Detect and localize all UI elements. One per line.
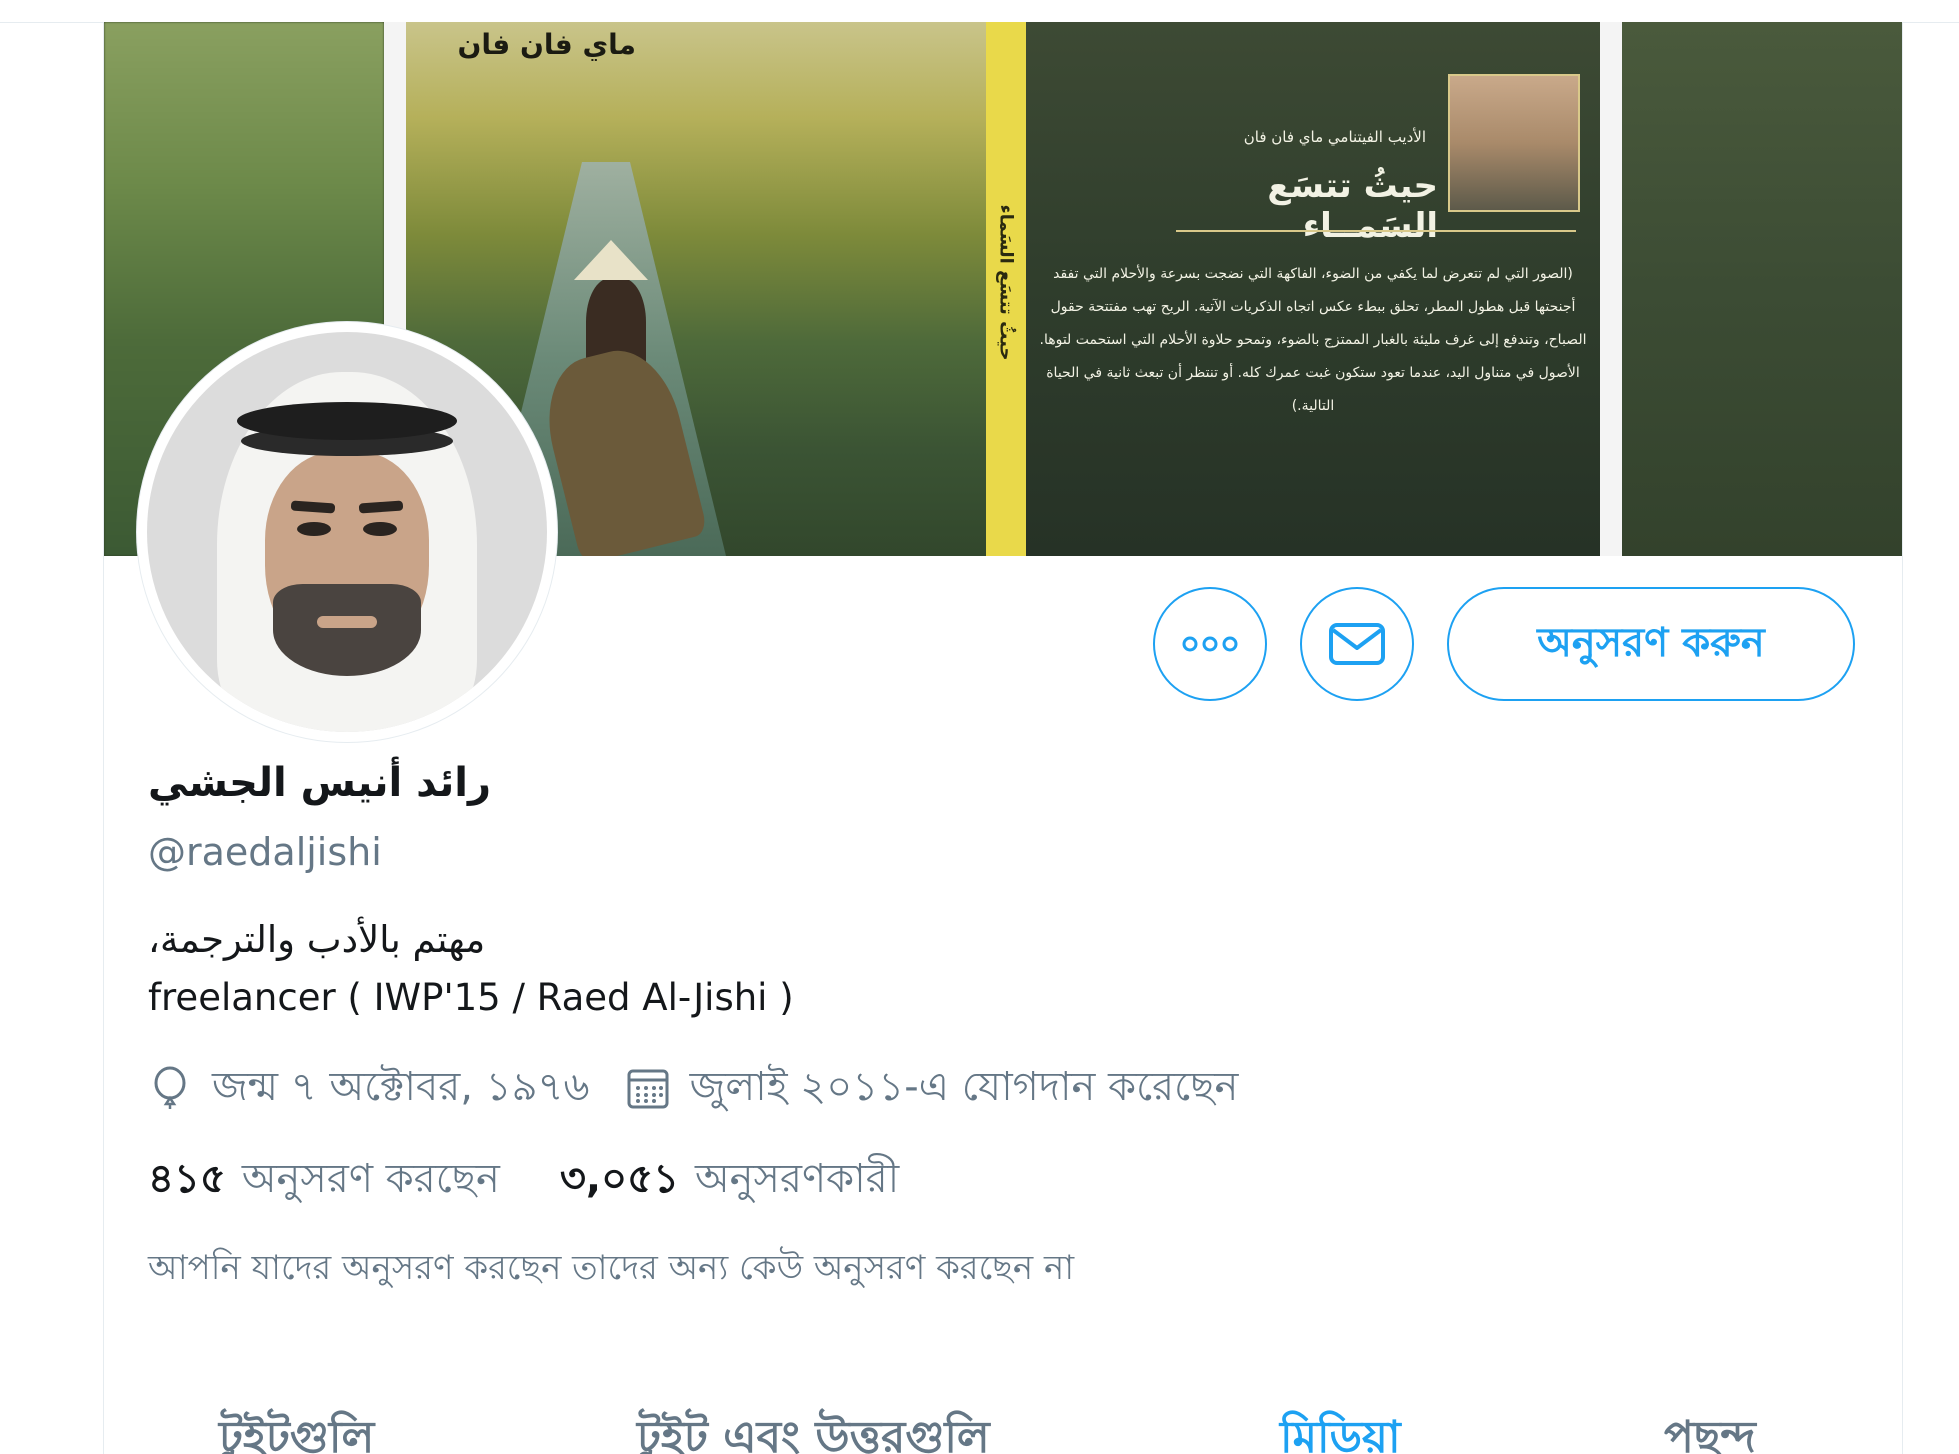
- mutual-followers-note: আপনি যাদের অনুসরণ করছেন তাদের অন্য কেউ অ…: [148, 1248, 1075, 1288]
- followers-count: ৩,০৫১: [559, 1155, 680, 1202]
- tab-likes[interactable]: পছন্দ: [1664, 1404, 1756, 1454]
- avatar[interactable]: [137, 322, 557, 742]
- calendar-icon: [626, 1066, 670, 1110]
- following-stat[interactable]: ৪১৫ অনুসরণ করছেন: [148, 1147, 500, 1214]
- avatar-eye: [297, 522, 331, 536]
- message-button[interactable]: [1300, 587, 1414, 701]
- join-date-text: জুলাই ২০১১-এ যোগদান করেছেন: [689, 1063, 1239, 1110]
- cover-author-text: ماي فان فان: [457, 28, 637, 61]
- more-button[interactable]: [1153, 587, 1267, 701]
- follow-button[interactable]: অনুসরণ করুন: [1447, 587, 1855, 701]
- back-author-line: الأديب الفيتنامي ماي فان فان: [1243, 128, 1426, 146]
- bio-line-english: freelancer ( IWP'15 / Raed Al-Jishi ): [148, 976, 794, 1019]
- balloon-icon: [148, 1066, 192, 1110]
- avatar-eye: [363, 522, 397, 536]
- spine-title: حيثُ تتسَع السَماء: [995, 204, 1017, 361]
- user-handle: @raedaljishi: [148, 830, 382, 874]
- book-spine: حيثُ تتسَع السَماء: [986, 22, 1026, 556]
- book-cover-back: الأديب الفيتنامي ماي فان فان حيثُ تتسَع …: [1026, 22, 1600, 556]
- back-book-title: حيثُ تتسَع السَمــاء: [1267, 166, 1438, 246]
- followers-stat[interactable]: ৩,০৫১ অনুসরণকারী: [560, 1147, 899, 1214]
- tab-media[interactable]: মিডিয়া: [1280, 1404, 1401, 1454]
- profile-meta: জন্ম ৭ অক্টোবর, ১৯৭৬ জুলাই ২০১১-এ যোগদান…: [148, 1058, 1274, 1118]
- birth-date-text: জন্ম ৭ অক্টোবর, ১৯৭৬: [212, 1063, 590, 1110]
- following-label: অনুসরণ করছেন: [241, 1155, 500, 1202]
- banner-gap: [1600, 22, 1622, 556]
- more-icon: [1182, 636, 1238, 652]
- birth-info: জন্ম ৭ অক্টোবর, ১৯৭৬: [148, 1055, 590, 1122]
- followers-label: অনুসরণকারী: [695, 1155, 900, 1202]
- display-name: رائد أنيس الجشي: [148, 760, 492, 806]
- envelope-icon: [1329, 623, 1385, 665]
- avatar-agal: [237, 402, 457, 440]
- tab-tweets-replies[interactable]: টুইট এবং উত্তরগুলি: [637, 1404, 990, 1454]
- banner-blur-right: [1622, 22, 1902, 556]
- avatar-photo: [147, 332, 547, 732]
- tab-tweets[interactable]: টুইটগুলি: [219, 1404, 374, 1454]
- top-edge: [0, 0, 1959, 23]
- join-info: জুলাই ২০১১-এ যোগদান করেছেন: [626, 1055, 1239, 1122]
- back-divider: [1176, 230, 1576, 232]
- author-portrait: [1448, 74, 1580, 212]
- follow-stats: ৪১৫ অনুসরণ করছেন ৩,০৫১ অনুসরণকারী: [148, 1150, 959, 1210]
- back-quote: (الصور التي لم تتعرض لما يكفي من الضوء، …: [1039, 266, 1587, 414]
- bio-line-arabic: مهتم بالأدب والترجمة،: [148, 918, 486, 961]
- avatar-mouth: [317, 616, 377, 628]
- profile-tabs: টুইটগুলি টুইট এবং উত্তরগুলি মিডিয়া পছন্…: [104, 1384, 1902, 1454]
- following-count: ৪১৫: [148, 1155, 226, 1202]
- avatar-beard: [273, 584, 421, 676]
